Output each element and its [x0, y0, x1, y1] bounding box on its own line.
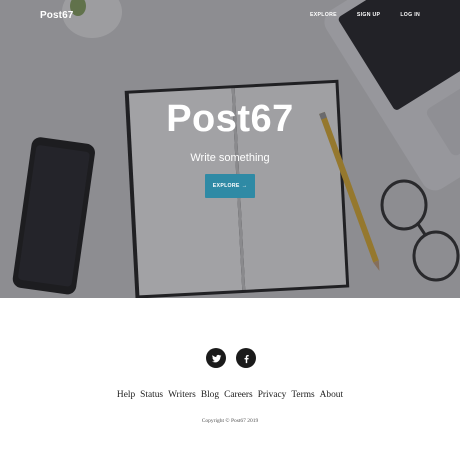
hero-subtitle: Write something	[190, 152, 270, 164]
hero-title: Post67	[166, 98, 294, 140]
hero-overlay	[0, 0, 460, 298]
explore-button-label: EXPLORE	[212, 183, 240, 189]
footer-link-terms[interactable]: Terms	[291, 390, 314, 400]
twitter-icon[interactable]	[206, 348, 226, 368]
explore-button[interactable]: EXPLORE →	[205, 174, 255, 198]
footer-link-blog[interactable]: Blog	[201, 390, 219, 400]
copyright-text: Copyright © Post67 2019	[201, 418, 259, 424]
nav-login-link[interactable]: LOG IN	[400, 12, 420, 18]
footer-link-writers[interactable]: Writers	[168, 390, 196, 400]
footer-link-about[interactable]: About	[320, 390, 343, 400]
arrow-right-icon: →	[241, 183, 248, 189]
footer-link-help[interactable]: Help	[117, 390, 135, 400]
footer-link-privacy[interactable]: Privacy	[258, 390, 287, 400]
facebook-icon[interactable]	[236, 348, 256, 368]
footer-link-careers[interactable]: Careers	[224, 390, 253, 400]
hero-section: Post67 EXPLORE SIGN UP LOG IN Post67 Wri…	[0, 0, 460, 298]
brand-logo[interactable]: Post67	[40, 10, 73, 21]
footer-links: Help Status Writers Blog Careers Privacy…	[0, 390, 460, 400]
top-nav: EXPLORE SIGN UP LOG IN	[310, 12, 420, 18]
social-links	[206, 348, 256, 368]
nav-signup-link[interactable]: SIGN UP	[357, 12, 380, 18]
footer-link-status[interactable]: Status	[140, 390, 163, 400]
nav-explore-link[interactable]: EXPLORE	[310, 12, 337, 18]
